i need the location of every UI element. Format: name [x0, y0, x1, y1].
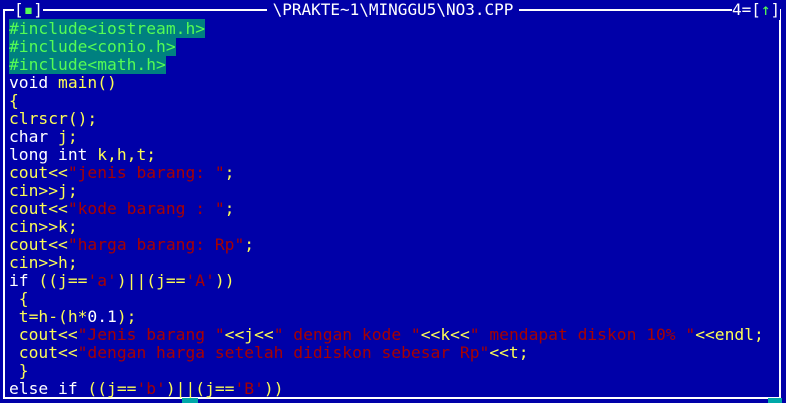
close-box-open: [	[14, 0, 24, 19]
zoom-arrow-icon[interactable]: ↑	[761, 0, 771, 19]
code-line[interactable]: cout<<"Jenis barang "<<j<<" dengan kode …	[9, 326, 764, 344]
code-token: 'A'	[185, 271, 215, 290]
code-token: 'a'	[87, 271, 117, 290]
code-line[interactable]: cin>>j;	[9, 182, 764, 200]
code-line[interactable]: cout<<"harga barang: Rp";	[9, 236, 764, 254]
code-token: ))	[263, 379, 284, 398]
code-token: main()	[58, 73, 117, 92]
code-token: <<endl;	[695, 325, 764, 344]
code-token: cout<<	[9, 163, 68, 182]
code-token: ))	[214, 271, 235, 290]
code-token: cout<<	[9, 199, 68, 218]
vertical-scrollbar-thumb[interactable]	[768, 398, 782, 403]
code-line[interactable]: {	[9, 290, 764, 308]
code-line[interactable]: clrscr();	[9, 110, 764, 128]
window-number-zoom[interactable]: 4=[↑]	[732, 0, 781, 20]
code-line[interactable]: cout<<"dengan harga setelah didiskon seb…	[9, 344, 764, 362]
code-token: 'b'	[136, 379, 166, 398]
code-token: ;	[224, 199, 235, 218]
code-line[interactable]: else if ((j=='b')||(j=='B'))	[9, 380, 764, 398]
code-token: );	[116, 307, 137, 326]
code-line[interactable]: #include<iostream.h>	[9, 19, 764, 38]
code-token: cout<<	[9, 235, 68, 254]
code-token: {	[9, 289, 29, 308]
code-token: <<k<<	[420, 325, 470, 344]
code-line[interactable]: cin>>h;	[9, 254, 764, 272]
window-number: 4	[732, 0, 742, 19]
code-token: long int	[9, 145, 98, 164]
code-line[interactable]: #include<math.h>	[9, 55, 764, 74]
code-token: )||(j==	[116, 271, 186, 290]
code-token: "dengan harga setelah didiskon sebesar R…	[77, 343, 490, 362]
code-token: cin>>j;	[9, 181, 78, 200]
zoom-box-close: ]	[770, 0, 781, 19]
code-line[interactable]: cout<<"kode barang : ";	[9, 200, 764, 218]
editor-title-bar: \PRAKTE~1\MINGGU5\NO3.CPP [▪] 4=[↑]	[0, 0, 786, 20]
code-token: "kode barang : "	[67, 199, 225, 218]
close-box-close: ]	[33, 0, 43, 19]
code-token: cin>>k;	[9, 217, 78, 236]
code-token: ;	[244, 235, 255, 254]
code-token: else if	[9, 379, 88, 398]
code-token: cin>>h;	[9, 253, 78, 272]
code-token: {	[9, 91, 19, 110]
code-line[interactable]: char j;	[9, 128, 764, 146]
code-token: if	[9, 271, 39, 290]
code-token: void	[9, 73, 59, 92]
code-line[interactable]: cout<<"jenis barang: ";	[9, 164, 764, 182]
code-token: char	[9, 127, 59, 146]
code-token: 'B'	[234, 379, 264, 398]
code-token: "Jenis barang "	[77, 325, 225, 344]
code-editor[interactable]: #include<iostream.h> #include<conio.h> #in…	[9, 19, 764, 398]
zoom-box-open: =[	[741, 0, 761, 19]
close-icon: ▪	[23, 0, 34, 19]
code-token: <<j<<	[224, 325, 274, 344]
code-token: "jenis barang: "	[67, 163, 225, 182]
code-token: cout<<	[9, 325, 78, 344]
code-token: #include<math.h>	[9, 55, 166, 74]
code-line[interactable]: cin>>k;	[9, 218, 764, 236]
code-line[interactable]: if ((j=='a')||(j=='A'))	[9, 272, 764, 290]
code-token: ;	[224, 163, 235, 182]
window-title: \PRAKTE~1\MINGGU5\NO3.CPP	[266, 0, 520, 19]
code-line[interactable]: t=h-(h*0.1);	[9, 308, 764, 326]
code-line[interactable]: }	[9, 362, 764, 380]
close-box-button[interactable]: [▪]	[14, 0, 43, 20]
code-token: cout<<	[9, 343, 78, 362]
code-token: clrscr();	[9, 109, 98, 128]
code-token: )||(j==	[165, 379, 235, 398]
code-token: 0.1	[87, 307, 117, 326]
horizontal-scrollbar-thumb[interactable]	[182, 398, 198, 403]
code-token: "harga barang: Rp"	[67, 235, 245, 254]
code-token: }	[9, 361, 29, 380]
code-line[interactable]: void main()	[9, 74, 764, 92]
code-line[interactable]: long int k,h,t;	[9, 146, 764, 164]
code-token: ((j==	[87, 379, 137, 398]
code-token: k,h,t;	[97, 145, 157, 164]
window-title-wrap: \PRAKTE~1\MINGGU5\NO3.CPP	[0, 0, 786, 20]
code-token: #include<iostream.h>	[9, 19, 206, 38]
code-token: #include<conio.h>	[9, 37, 176, 56]
code-token: t=h-(h*	[9, 307, 88, 326]
code-token: j;	[58, 127, 78, 146]
code-line[interactable]: #include<conio.h>	[9, 37, 764, 56]
code-line[interactable]: {	[9, 92, 764, 110]
code-token: ((j==	[38, 271, 88, 290]
code-token: " mendapat diskon 10% "	[469, 325, 696, 344]
code-token: <<t;	[489, 343, 529, 362]
code-token: " dengan kode "	[273, 325, 421, 344]
